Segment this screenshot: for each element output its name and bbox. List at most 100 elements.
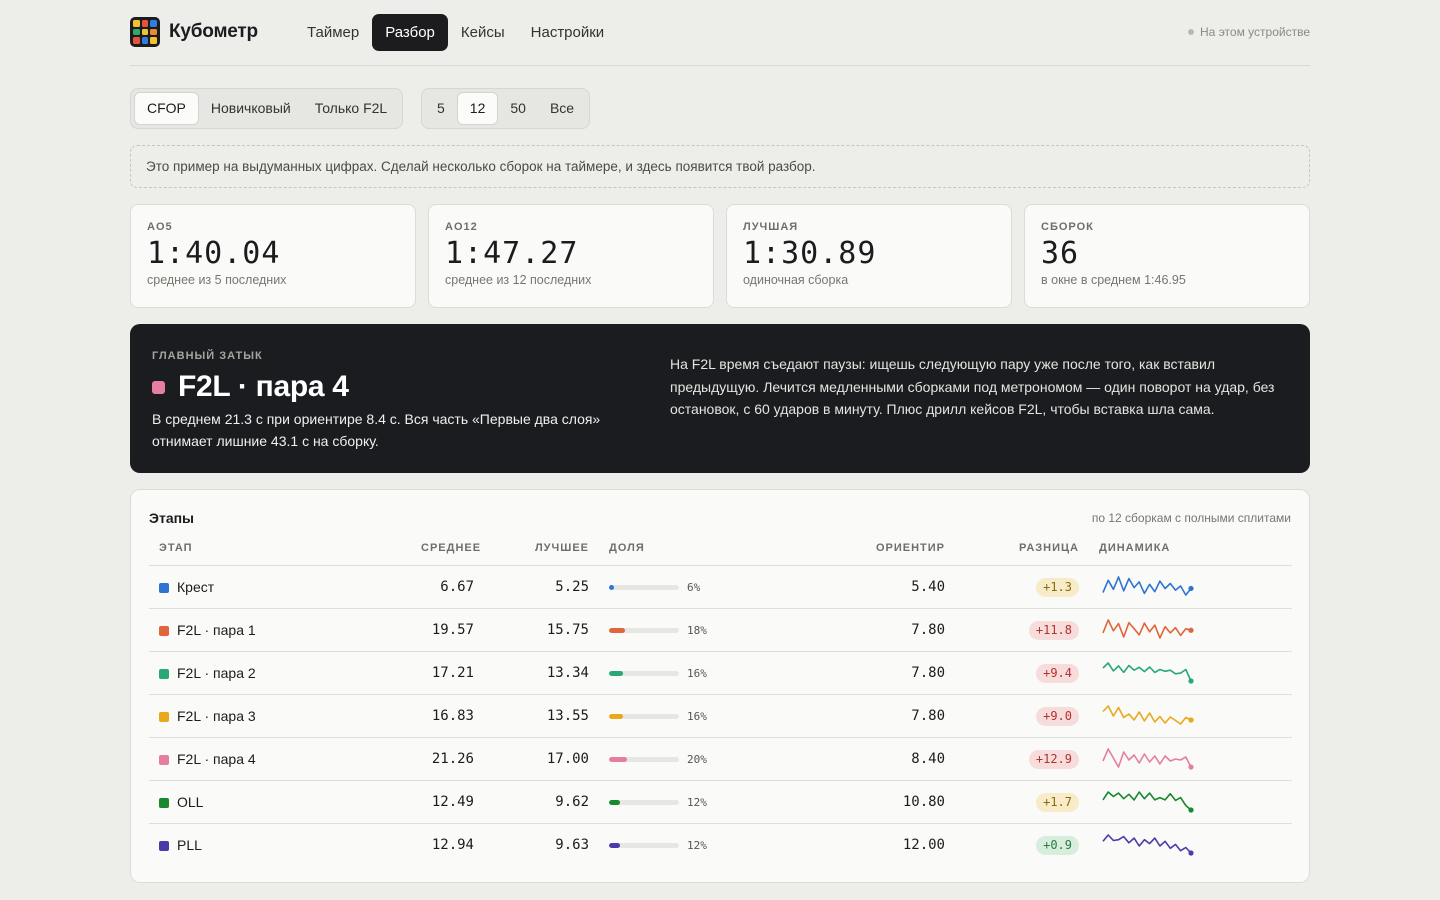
stage-average: 21.26: [431, 751, 474, 767]
trend-sparkline: [1102, 705, 1194, 725]
window-option[interactable]: 12: [456, 92, 499, 125]
table-row[interactable]: F2L · пара 1 19.57 15.75 18% 7.80 +11.8: [149, 608, 1292, 651]
share-bar-fill: [609, 757, 627, 762]
sparkline-last-point: [1188, 850, 1194, 856]
share-percent: 20%: [687, 753, 707, 766]
window-option[interactable]: 5: [425, 92, 457, 125]
main-nav: Таймер Разбор Кейсы Настройки: [294, 14, 617, 51]
nav-tab[interactable]: Кейсы: [448, 14, 518, 51]
status-dot-icon: [1188, 29, 1195, 35]
method-option[interactable]: Только F2L: [303, 92, 399, 125]
window-option[interactable]: 50: [498, 92, 538, 125]
stat-card: AO12 1:47.27 среднее из 12 последних: [428, 204, 714, 308]
app-logo[interactable]: Кубометр: [130, 17, 258, 47]
sparkline-path: [1102, 791, 1192, 811]
table-row[interactable]: F2L · пара 3 16.83 13.55 16% 7.80 +9.0: [149, 694, 1292, 737]
top-header: Кубометр Таймер Разбор Кейсы Настройки На э…: [130, 0, 1310, 66]
stat-card: СБОРОК 36 в окне в среднем 1:46.95: [1024, 204, 1310, 308]
table-row[interactable]: F2L · пара 2 17.21 13.34 16% 7.80 +9.4: [149, 651, 1292, 694]
sparkline-last-point: [1188, 717, 1194, 723]
nav-tab[interactable]: Разбор: [372, 14, 448, 51]
stage-color-swatch: [159, 797, 169, 808]
share-bar: [609, 843, 679, 848]
diff-badge: +12.9: [1028, 750, 1079, 769]
stage-target: 7.80: [911, 622, 945, 638]
stat-subtitle: среднее из 12 последних: [445, 273, 592, 287]
share-percent: 12%: [687, 796, 707, 809]
app-name: Кубометр: [169, 21, 258, 42]
stage-color-swatch: [159, 840, 169, 851]
table-row[interactable]: OLL 12.49 9.62 12% 10.80 +1.7: [149, 780, 1292, 823]
stat-card: ЛУЧШАЯ 1:30.89 одиночная сборка: [726, 204, 1012, 308]
stage-color-swatch: [159, 711, 169, 722]
logo-tile: [133, 20, 140, 27]
nav-tab[interactable]: Таймер: [294, 14, 372, 51]
sparkline-path: [1102, 619, 1192, 639]
stat-subtitle: одиночная сборка: [743, 273, 849, 287]
stat-label: AO12: [445, 221, 478, 233]
stage-label: OLL: [177, 794, 204, 810]
storage-status-label: На этом устройстве: [1200, 25, 1310, 39]
share-bar-fill: [609, 585, 615, 590]
share-bar-fill: [609, 843, 620, 848]
share-percent: 18%: [687, 624, 707, 637]
share-bar: [609, 628, 679, 633]
method-option[interactable]: Новичковый: [199, 92, 303, 125]
trend-sparkline: [1102, 619, 1194, 639]
sparkline-path: [1102, 705, 1192, 725]
share-bar-fill: [609, 671, 624, 676]
stage-label: F2L · пара 3: [177, 708, 256, 724]
bottleneck-card: ГЛАВНЫЙ ЗАТЫК F2L · пара 4 В среднем 21.…: [130, 324, 1310, 473]
diff-badge: +11.8: [1028, 621, 1079, 640]
trend-sparkline: [1102, 834, 1194, 856]
stage-best: 13.55: [546, 708, 589, 724]
stage-label: F2L · пара 4: [177, 751, 256, 767]
share-percent: 16%: [687, 667, 707, 680]
logo-tile: [133, 37, 140, 44]
table-row[interactable]: Крест 6.67 5.25 6% 5.40 +1.3: [149, 565, 1292, 608]
sparkline-last-point: [1188, 764, 1194, 770]
nav-tab[interactable]: Настройки: [518, 14, 618, 51]
stat-subtitle: в окне в среднем 1:46.95: [1041, 273, 1186, 287]
method-option[interactable]: CFOP: [134, 92, 199, 125]
logo-tile: [150, 28, 157, 36]
stage-target: 12.00: [902, 837, 945, 853]
diff-badge: +1.3: [1036, 578, 1079, 597]
stage-color-swatch: [159, 582, 169, 593]
logo-tile: [150, 37, 157, 44]
cube-logo-icon: [130, 17, 160, 47]
bottleneck-advice: На F2L время съедают паузы: ищешь следую…: [670, 356, 1275, 417]
share-bar: [609, 585, 679, 590]
table-row[interactable]: F2L · пара 4 21.26 17.00 20% 8.40 +12.9: [149, 737, 1292, 780]
trend-sparkline: [1102, 791, 1194, 813]
stage-target: 7.80: [911, 665, 945, 681]
stage-label: F2L · пара 2: [177, 665, 256, 681]
stat-subtitle: среднее из 5 последних: [147, 273, 287, 287]
table-row[interactable]: PLL 12.94 9.63 12% 12.00 +0.9: [149, 823, 1292, 866]
stage-color-swatch: [159, 754, 169, 765]
col-header-trend: ДИНАМИКА: [1099, 542, 1171, 554]
stage-target: 8.40: [911, 751, 945, 767]
sparkline-last-point: [1188, 807, 1194, 813]
stat-label: AO5: [147, 221, 173, 233]
share-percent: 6%: [687, 581, 701, 594]
share-bar: [609, 800, 679, 805]
stage-target: 10.80: [902, 794, 945, 810]
col-header-share: ДОЛЯ: [609, 542, 645, 554]
share-bar: [609, 714, 679, 719]
stages-table-body: Крест 6.67 5.25 6% 5.40 +1.3 F2L · пара 1 19.57…: [149, 565, 1292, 866]
stage-name: F2L · пара 3: [159, 695, 256, 738]
stage-best: 9.63: [555, 837, 589, 853]
stage-name: F2L · пара 4: [159, 738, 256, 781]
share-percent: 12%: [687, 839, 707, 852]
diff-badge: +1.7: [1036, 793, 1079, 812]
storage-status: На этом устройстве: [1188, 25, 1310, 39]
stage-average: 17.21: [431, 665, 474, 681]
sparkline-last-point: [1188, 678, 1194, 684]
stages-note: по 12 сборкам с полными сплитами: [1091, 511, 1291, 525]
stage-label: Крест: [177, 579, 215, 595]
window-option[interactable]: Все: [538, 92, 586, 125]
stage-best: 13.34: [546, 665, 589, 681]
window-filter: 5 12 50 Все: [421, 88, 591, 129]
stage-name: F2L · пара 2: [159, 652, 256, 695]
